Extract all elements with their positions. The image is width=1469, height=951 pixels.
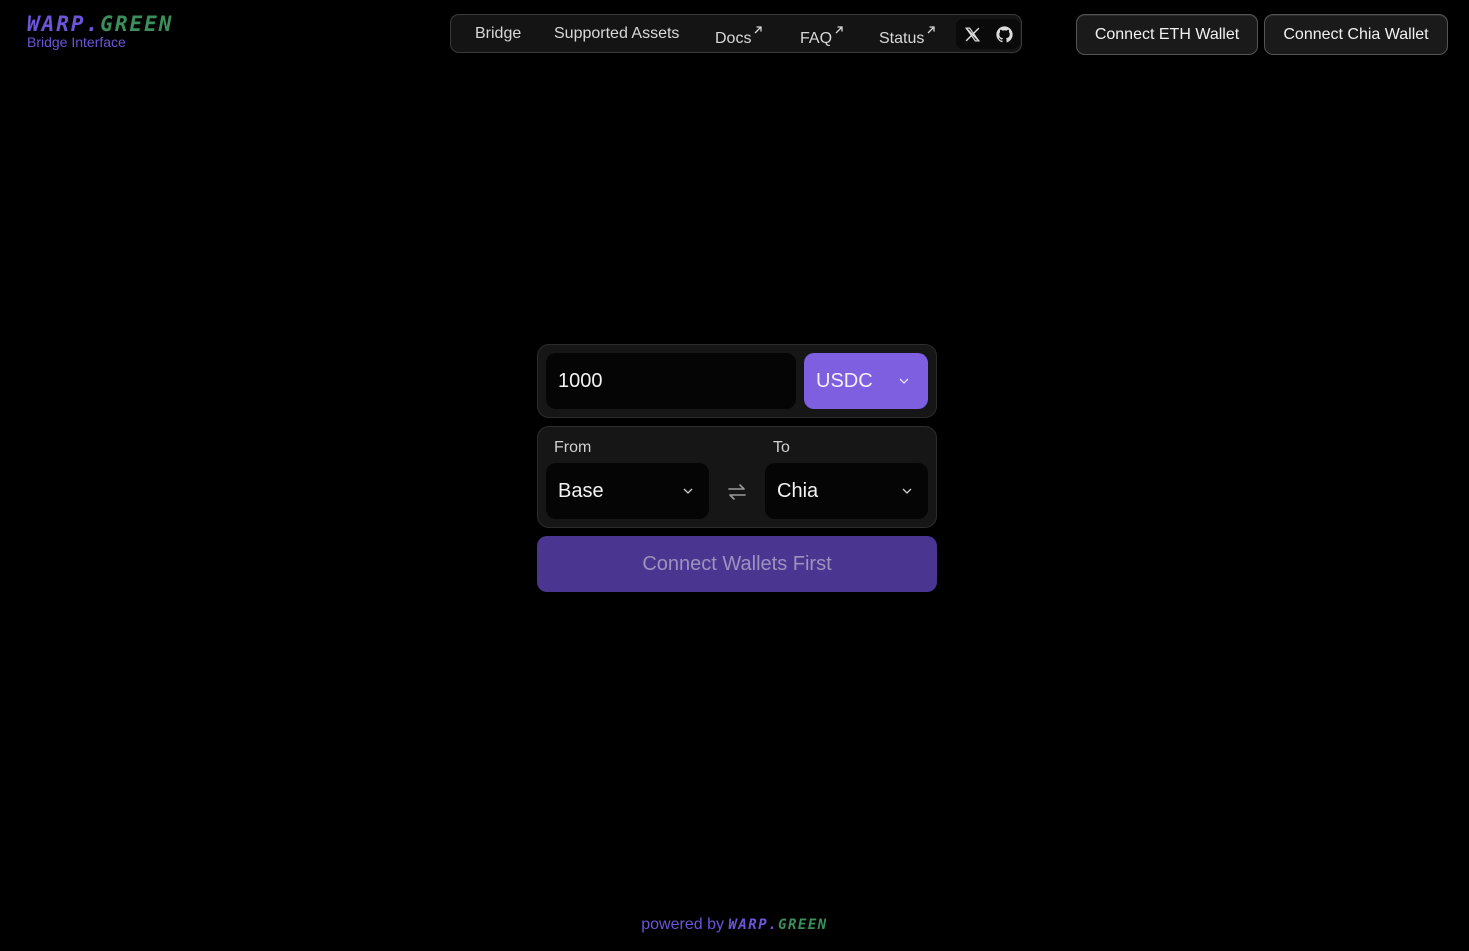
nav-item-bridge[interactable]: Bridge xyxy=(475,25,521,43)
asset-select[interactable]: USDC xyxy=(804,353,928,409)
nav-item-status[interactable]: Status xyxy=(879,25,936,48)
nav-item-supported-assets[interactable]: Supported Assets xyxy=(554,25,679,43)
external-link-icon xyxy=(927,26,936,34)
brand-logo[interactable]: WARP.GREEN Bridge Interface xyxy=(27,12,173,50)
to-label: To xyxy=(773,439,790,456)
nav-item-label: FAQ xyxy=(800,30,833,47)
nav-item-faq[interactable]: FAQ xyxy=(800,25,844,48)
footer-brand-logo[interactable]: WARP.GREEN xyxy=(728,917,827,933)
logo-part-warp: WARP. xyxy=(27,12,101,36)
footer-powered-by: powered by xyxy=(641,916,724,933)
nav-item-label: Bridge xyxy=(475,25,522,42)
footer-brand-part-warp: WARP. xyxy=(728,917,779,933)
from-label: From xyxy=(554,439,592,456)
nav-item-label: Supported Assets xyxy=(554,25,680,42)
connect-chia-wallet-label: Connect Chia Wallet xyxy=(1283,25,1429,43)
to-chain-select[interactable]: Chia xyxy=(765,463,928,519)
connect-eth-wallet-label: Connect ETH Wallet xyxy=(1094,25,1240,43)
logo-wordmark: WARP.GREEN xyxy=(27,12,173,36)
chevron-down-icon xyxy=(902,488,912,494)
chevron-down-icon xyxy=(683,488,693,494)
chevron-down-icon xyxy=(899,378,909,384)
social-links xyxy=(956,19,1020,49)
swap-arrows-icon[interactable] xyxy=(727,482,747,502)
to-chain-value: Chia xyxy=(777,480,819,502)
nav-item-label: Docs xyxy=(715,30,752,47)
logo-subtitle: Bridge Interface xyxy=(27,34,126,50)
logo-part-green: GREEN xyxy=(100,12,174,36)
nav-item-docs[interactable]: Docs xyxy=(715,25,763,48)
footer: powered by WARP.GREEN xyxy=(0,916,1469,934)
connect-eth-wallet-button[interactable]: Connect ETH Wallet xyxy=(1076,14,1258,55)
action-button-label: Connect Wallets First xyxy=(642,552,832,575)
from-chain-select[interactable]: Base xyxy=(546,463,709,519)
amount-card: USDC xyxy=(537,344,937,418)
external-link-icon xyxy=(754,26,763,34)
nav-item-label: Status xyxy=(879,30,925,47)
amount-input[interactable] xyxy=(546,353,796,409)
route-card: From To Base Chia xyxy=(537,426,937,528)
x-icon[interactable] xyxy=(964,26,981,43)
asset-select-value: USDC xyxy=(816,370,873,392)
footer-brand-part-green: GREEN xyxy=(778,917,828,933)
github-icon[interactable] xyxy=(996,26,1013,43)
external-link-icon xyxy=(835,26,843,34)
top-nav: Bridge Supported Assets Docs FAQ Status xyxy=(450,14,1022,53)
connect-wallets-first-button[interactable]: Connect Wallets First xyxy=(537,536,937,592)
from-chain-value: Base xyxy=(558,480,604,502)
connect-chia-wallet-button[interactable]: Connect Chia Wallet xyxy=(1264,14,1448,55)
